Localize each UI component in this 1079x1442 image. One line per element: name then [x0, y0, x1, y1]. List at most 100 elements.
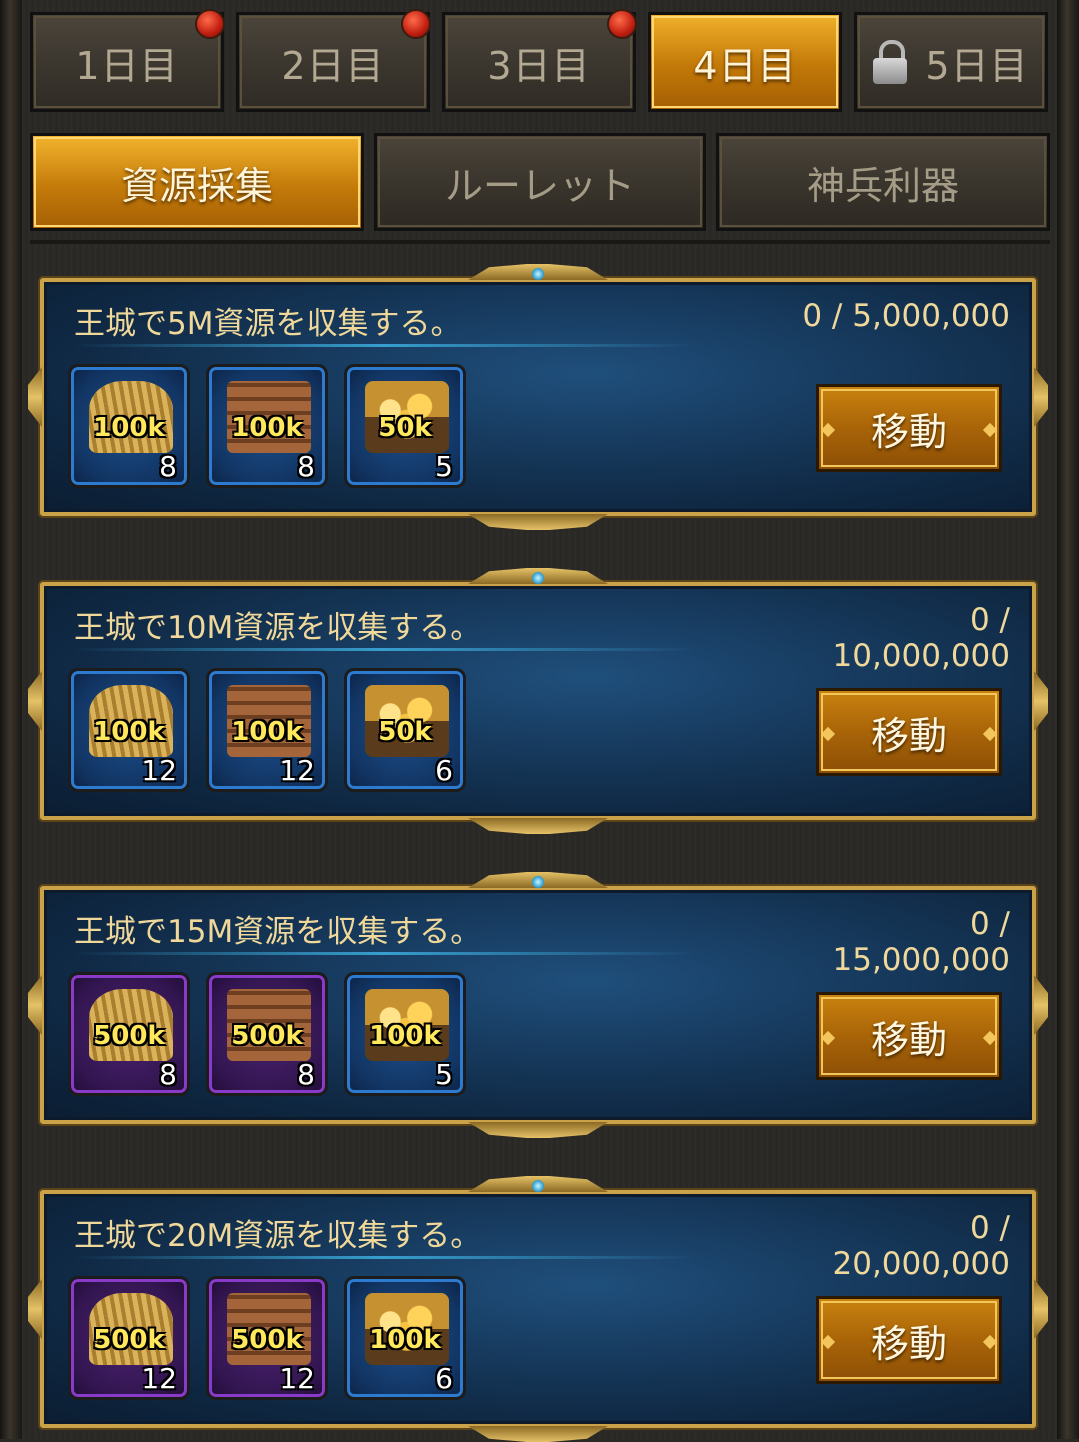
notification-dot-icon — [195, 9, 225, 39]
day-tab-bar: 1日目 2日目 3日目 4日目 5日目 — [30, 9, 1050, 116]
reward-count: 8 — [297, 450, 315, 483]
reward-item[interactable]: 500k 12 — [206, 1276, 328, 1400]
title-underline — [74, 344, 694, 347]
quest-title: 王城で15M資源を収集する。 — [74, 914, 482, 950]
card-bottom-ornament — [468, 1122, 608, 1138]
reward-count: 12 — [279, 1362, 315, 1395]
quest-progress: 0 / 15,000,000 — [832, 906, 1011, 978]
left-frame-border — [0, 0, 22, 1439]
reward-item[interactable]: 100k 8 — [68, 364, 190, 488]
quest-card: 王城で10M資源を収集する。 0 / 10,000,000 100k 12 10… — [28, 568, 1048, 820]
reward-count: 6 — [435, 754, 453, 787]
reward-amount: 50k — [378, 717, 432, 747]
quest-title: 王城で5M資源を収集する。 — [74, 306, 462, 342]
go-button[interactable]: 移動 — [816, 992, 1002, 1080]
reward-item[interactable]: 100k 12 — [68, 668, 190, 792]
card-bottom-ornament — [468, 1426, 608, 1442]
reward-amount: 500k — [231, 1021, 303, 1051]
reward-amount: 100k — [93, 413, 165, 443]
padlock-icon — [873, 40, 908, 84]
card-top-ornament — [468, 872, 608, 888]
quest-title: 王城で10M資源を収集する。 — [74, 610, 482, 646]
reward-count: 5 — [435, 1058, 453, 1091]
reward-count: 12 — [141, 754, 177, 787]
tab-resource-gathering[interactable]: 資源採集 — [30, 133, 364, 231]
day-tab-label: 3日目 — [487, 43, 591, 88]
card-side-ornament — [1034, 367, 1048, 427]
day-tab-4[interactable]: 4日目 — [648, 12, 842, 112]
reward-list: 100k 12 100k 12 50k 6 — [68, 668, 466, 792]
title-underline — [74, 1256, 694, 1259]
quest-card: 王城で5M資源を収集する。 0 / 5,000,000 100k 8 100k … — [28, 264, 1048, 516]
reward-amount: 100k — [369, 1325, 441, 1355]
card-side-ornament — [1034, 975, 1048, 1035]
quest-card: 王城で15M資源を収集する。 0 / 15,000,000 500k 8 500… — [28, 872, 1048, 1124]
day-tab-label: 1日目 — [75, 43, 179, 88]
notification-dot-icon — [401, 9, 431, 39]
go-button[interactable]: 移動 — [816, 1296, 1002, 1384]
right-frame-border — [1057, 0, 1079, 1439]
reward-amount: 100k — [231, 717, 303, 747]
card-side-ornament — [1034, 1279, 1048, 1339]
card-side-ornament — [1034, 671, 1048, 731]
reward-count: 6 — [435, 1362, 453, 1395]
day-tab-5[interactable]: 5日目 — [854, 12, 1048, 112]
reward-count: 12 — [141, 1362, 177, 1395]
day-tab-1[interactable]: 1日目 — [30, 9, 225, 112]
title-underline — [74, 952, 694, 955]
reward-item[interactable]: 50k 6 — [344, 668, 466, 792]
reward-item[interactable]: 100k 5 — [344, 972, 466, 1096]
tab-divider — [30, 240, 1050, 244]
card-top-ornament — [468, 1176, 608, 1192]
reward-item[interactable]: 100k 6 — [344, 1276, 466, 1400]
tab-divine-weapons[interactable]: 神兵利器 — [716, 133, 1050, 231]
quest-progress: 0 / 5,000,000 — [802, 298, 1010, 334]
category-tab-label: ルーレット — [444, 163, 635, 208]
reward-count: 5 — [435, 450, 453, 483]
reward-item[interactable]: 100k 8 — [206, 364, 328, 488]
quest-progress: 0 / 10,000,000 — [832, 602, 1011, 674]
card-bottom-ornament — [468, 514, 608, 530]
reward-list: 500k 8 500k 8 100k 5 — [68, 972, 466, 1096]
day-tab-3[interactable]: 3日目 — [442, 9, 637, 112]
reward-list: 100k 8 100k 8 50k 5 — [68, 364, 466, 488]
reward-count: 8 — [159, 1058, 177, 1091]
event-panel: 1日目 2日目 3日目 4日目 5日目 資源採集 ルーレット 神兵利器 王城で5… — [22, 0, 1057, 1439]
reward-count: 12 — [279, 754, 315, 787]
notification-dot-icon — [607, 9, 637, 39]
card-side-ornament — [28, 1279, 42, 1339]
category-tab-label: 神兵利器 — [806, 163, 959, 208]
reward-count: 8 — [159, 450, 177, 483]
day-tab-2[interactable]: 2日目 — [236, 9, 431, 112]
card-side-ornament — [28, 367, 42, 427]
card-side-ornament — [28, 671, 42, 731]
reward-list: 500k 12 500k 12 100k 6 — [68, 1276, 466, 1400]
card-bottom-ornament — [468, 818, 608, 834]
tab-roulette[interactable]: ルーレット — [374, 133, 706, 231]
reward-item[interactable]: 500k 8 — [68, 972, 190, 1096]
card-top-ornament — [468, 568, 608, 584]
quest-title: 王城で20M資源を収集する。 — [74, 1218, 482, 1254]
reward-amount: 500k — [93, 1021, 165, 1051]
quest-card: 王城で20M資源を収集する。 0 / 20,000,000 500k 12 50… — [28, 1176, 1048, 1428]
reward-amount: 500k — [93, 1325, 165, 1355]
reward-amount: 50k — [378, 413, 432, 443]
reward-amount: 100k — [231, 413, 303, 443]
go-button[interactable]: 移動 — [816, 384, 1002, 472]
title-underline — [74, 648, 694, 651]
card-top-ornament — [468, 264, 608, 280]
reward-item[interactable]: 500k 8 — [206, 972, 328, 1096]
category-tab-label: 資源採集 — [120, 163, 273, 208]
reward-item[interactable]: 100k 12 — [206, 668, 328, 792]
go-button[interactable]: 移動 — [816, 688, 1002, 776]
card-side-ornament — [28, 975, 42, 1035]
reward-amount: 500k — [231, 1325, 303, 1355]
reward-amount: 100k — [93, 717, 165, 747]
quest-progress: 0 / 20,000,000 — [832, 1210, 1011, 1282]
reward-item[interactable]: 50k 5 — [344, 364, 466, 488]
day-tab-label: 2日目 — [281, 43, 385, 88]
day-tab-label: 5日目 — [925, 43, 1029, 88]
reward-item[interactable]: 500k 12 — [68, 1276, 190, 1400]
category-tab-bar: 資源採集 ルーレット 神兵利器 — [30, 133, 1050, 235]
reward-amount: 100k — [369, 1021, 441, 1051]
